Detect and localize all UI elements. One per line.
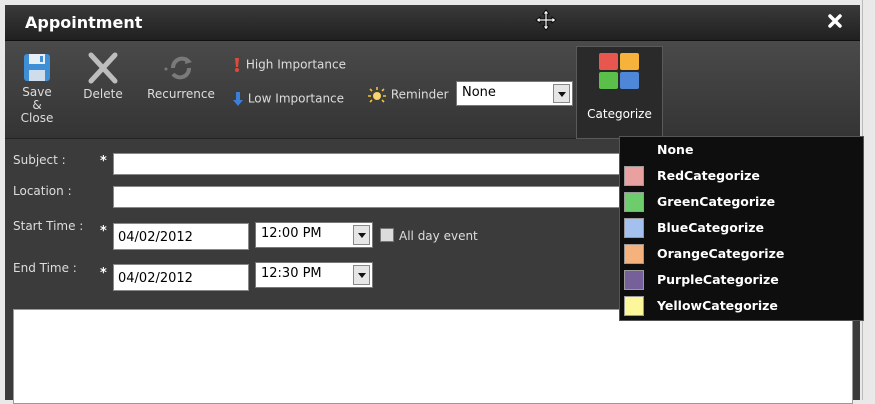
location-input[interactable] bbox=[113, 186, 625, 208]
category-option-none[interactable]: None bbox=[620, 137, 863, 163]
chevron-down-icon[interactable] bbox=[353, 265, 370, 285]
end-time-select[interactable]: 12:30 PM bbox=[255, 262, 373, 288]
start-date-value: 04/02/2012 bbox=[118, 230, 193, 245]
end-time-value: 12:30 PM bbox=[261, 266, 322, 281]
delete-label: Delete bbox=[83, 87, 123, 101]
high-importance-label: High Importance bbox=[245, 57, 346, 72]
category-option-label: RedCategorize bbox=[657, 168, 760, 183]
reminder-select[interactable]: None bbox=[456, 81, 573, 106]
category-option-red[interactable]: RedCategorize bbox=[620, 163, 863, 189]
yellow-swatch-icon bbox=[624, 296, 644, 316]
save-close-button[interactable]: Save & Close bbox=[17, 51, 57, 125]
delete-icon bbox=[88, 52, 118, 84]
category-option-green[interactable]: GreenCategorize bbox=[620, 189, 863, 215]
end-date-value: 04/02/2012 bbox=[118, 271, 193, 286]
categorize-button[interactable]: Categorize bbox=[576, 46, 663, 139]
low-importance-label: Low Importance bbox=[247, 91, 345, 106]
blue-swatch-icon bbox=[624, 218, 644, 238]
reminder-label: Reminder bbox=[390, 87, 449, 102]
category-option-label: OrangeCategorize bbox=[657, 246, 785, 261]
title-bar[interactable]: Appointment bbox=[5, 5, 860, 41]
subject-label: Subject : bbox=[13, 153, 66, 167]
save-icon bbox=[24, 54, 50, 81]
orange-swatch-icon bbox=[624, 244, 644, 264]
start-time-select[interactable]: 12:00 PM bbox=[255, 222, 373, 248]
location-label: Location : bbox=[13, 184, 72, 198]
categorize-label: Categorize bbox=[587, 107, 652, 121]
subject-required-mark: * bbox=[100, 154, 107, 169]
end-required-mark: * bbox=[100, 266, 107, 281]
toolbar-ribbon: Save & Close Delete Recurrence High Impo… bbox=[5, 41, 860, 139]
category-option-label: None bbox=[657, 142, 694, 157]
green-swatch-icon bbox=[624, 192, 644, 212]
high-importance-icon bbox=[235, 58, 239, 72]
end-date-input[interactable]: 04/02/2012 bbox=[113, 264, 249, 291]
low-importance-button[interactable]: Low Importance bbox=[232, 91, 344, 107]
delete-button[interactable]: Delete bbox=[83, 51, 123, 101]
categorize-icon bbox=[599, 53, 639, 89]
recurrence-label: Recurrence bbox=[147, 87, 215, 101]
red-swatch-icon bbox=[624, 166, 644, 186]
reminder-select-value: None bbox=[462, 85, 496, 100]
close-icon[interactable] bbox=[827, 13, 843, 29]
category-option-label: PurpleCategorize bbox=[657, 272, 779, 287]
recurrence-icon bbox=[164, 56, 192, 80]
high-importance-button[interactable]: High Importance bbox=[232, 57, 346, 73]
category-option-label: BlueCategorize bbox=[657, 220, 764, 235]
category-option-label: GreenCategorize bbox=[657, 194, 776, 209]
start-time-value: 12:00 PM bbox=[261, 226, 322, 241]
start-date-input[interactable]: 04/02/2012 bbox=[113, 223, 249, 250]
start-required-mark: * bbox=[100, 224, 107, 239]
categorize-dropdown: None RedCategorize GreenCategorize BlueC… bbox=[619, 136, 864, 321]
recurrence-button[interactable]: Recurrence bbox=[143, 51, 219, 101]
all-day-checkbox[interactable] bbox=[380, 228, 394, 242]
move-icon[interactable] bbox=[535, 9, 557, 31]
save-label-line2: Close bbox=[20, 111, 54, 125]
category-option-label: YellowCategorize bbox=[657, 298, 778, 313]
subject-input[interactable] bbox=[113, 153, 625, 175]
category-option-yellow[interactable]: YellowCategorize bbox=[620, 293, 863, 319]
save-label-line1: Save & bbox=[22, 85, 52, 112]
category-option-orange[interactable]: OrangeCategorize bbox=[620, 241, 863, 267]
chevron-down-icon[interactable] bbox=[353, 225, 370, 245]
low-importance-icon bbox=[233, 92, 243, 106]
chevron-down-icon[interactable] bbox=[553, 84, 570, 103]
purple-swatch-icon bbox=[624, 270, 644, 290]
window-title: Appointment bbox=[25, 13, 143, 32]
reminder-bell-icon bbox=[368, 87, 386, 103]
description-textarea[interactable] bbox=[13, 309, 853, 404]
reminder-control: Reminder bbox=[367, 86, 449, 104]
start-time-label: Start Time : bbox=[13, 219, 84, 233]
category-option-blue[interactable]: BlueCategorize bbox=[620, 215, 863, 241]
category-option-purple[interactable]: PurpleCategorize bbox=[620, 267, 863, 293]
end-time-label: End Time : bbox=[13, 261, 77, 275]
all-day-label: All day event bbox=[399, 229, 478, 243]
